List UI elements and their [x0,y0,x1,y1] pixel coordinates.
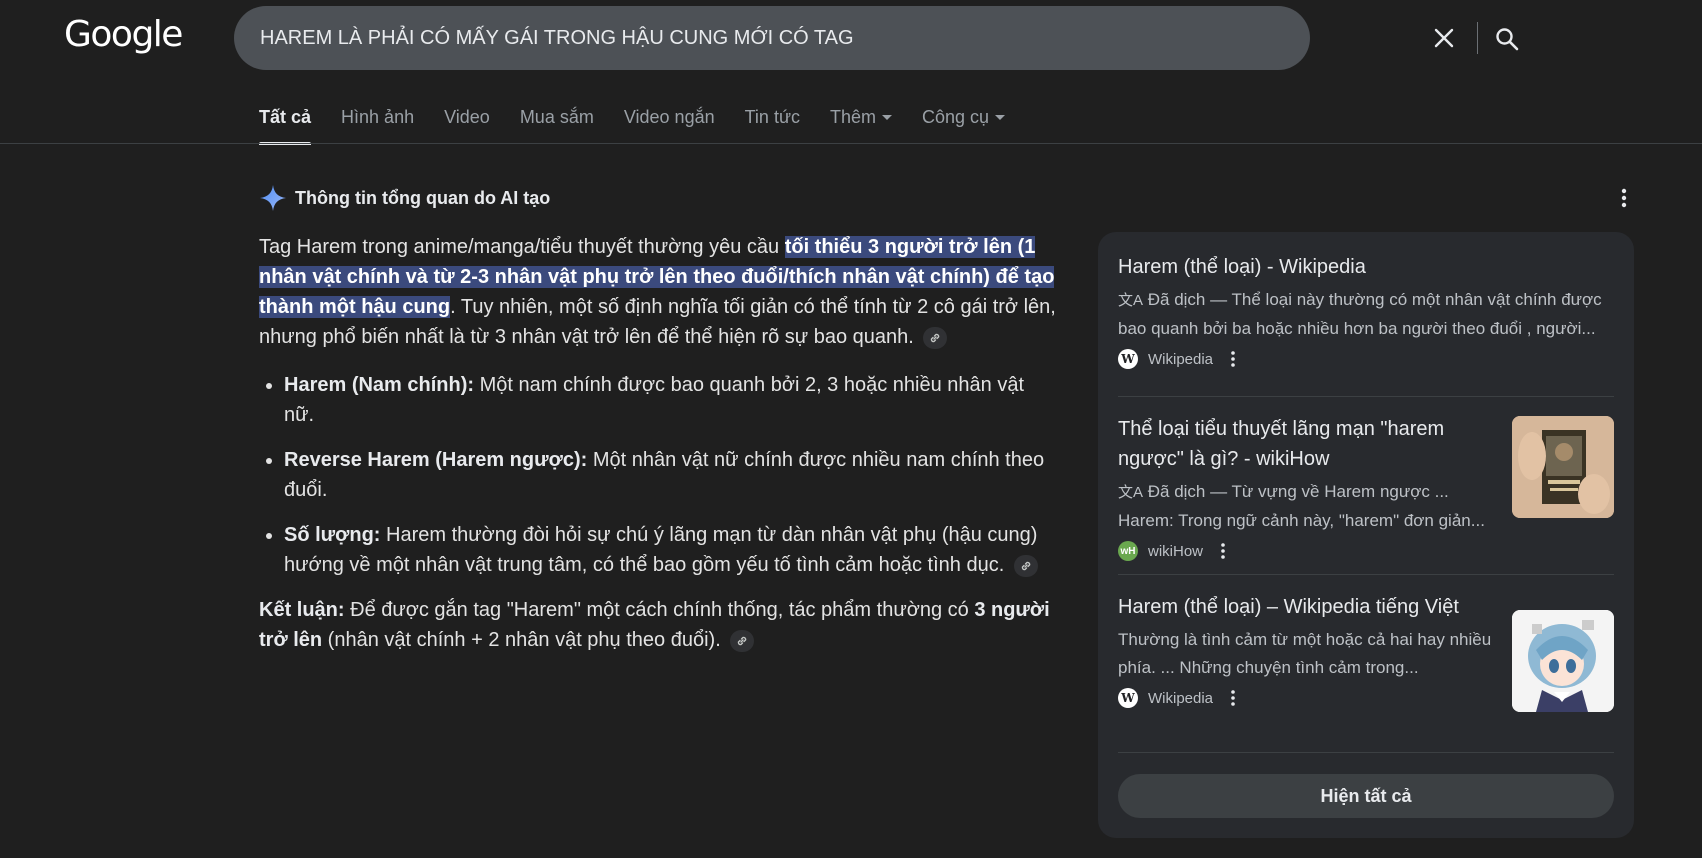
source-card-wikipedia-vi[interactable]: Harem (thể loại) – Wikipedia tiếng Việt … [1118,592,1498,708]
list-item: Harem (Nam chính): Một nam chính được ba… [284,370,1059,430]
source-site: wH wikiHow [1118,541,1498,561]
ai-overview-title: Thông tin tổng quan do AI tạo [295,187,551,208]
translate-icon: 文A [1118,292,1144,309]
source-snippet: Harem: Trong ngữ cảnh này, "harem" đơn g… [1118,511,1485,530]
gemini-sparkle-icon [260,185,286,211]
source-divider [1118,574,1614,575]
tab-video[interactable]: Video [444,104,490,144]
more-options-icon[interactable] [1229,350,1237,368]
tab-more[interactable]: Thêm [830,104,893,144]
ai-bullet-list: Harem (Nam chính): Một nam chính được ba… [259,370,1059,580]
search-bar[interactable]: HAREM LÀ PHẢI CÓ MẤY GÁI TRONG HẬU CUNG … [234,6,1519,70]
search-icon [1496,28,1519,51]
book-cover-image [1512,416,1614,518]
more-options-icon[interactable] [1229,689,1237,707]
citation-link-button[interactable] [1013,554,1038,577]
search-results-page: Google HAREM LÀ PHẢI CÓ MẤY GÁI TRONG HẬ… [0,0,1702,858]
source-card-wikihow[interactable]: Thể loại tiểu thuyết lãng mạn "harem ngư… [1118,414,1498,561]
source-title[interactable]: Harem (thể loại) – Wikipedia tiếng Việt [1118,592,1498,622]
citation-link-button[interactable] [923,326,948,349]
list-item: Reverse Harem (Harem ngược): Một nhân vậ… [284,445,1059,505]
anime-character-image [1512,610,1614,712]
source-thumbnail-wikipe-tan[interactable] [1512,610,1614,712]
tab-images[interactable]: Hình ảnh [341,104,414,144]
tab-news[interactable]: Tin tức [745,104,800,144]
source-divider [1118,752,1614,753]
ai-overview-header: Thông tin tổng quan do AI tạo [259,184,550,212]
translate-icon: 文A [1118,484,1144,501]
sources-panel: Harem (thể loại) - Wikipedia 文A Đã dịch … [1098,232,1634,838]
ai-overview-body: Tag Harem trong anime/manga/tiểu thuyết … [259,232,1059,655]
citation-link-button[interactable] [730,629,755,652]
source-snippet: 文A Đã dịch — Thể loại này thường có một … [1118,290,1602,338]
source-snippet: Thường là tình cảm từ một hoặc cả hai ha… [1118,630,1492,677]
ai-conclusion: Kết luận: Để được gắn tag "Harem" một cá… [259,599,1050,652]
show-all-button[interactable]: Hiện tất cả [1118,774,1614,818]
link-icon [1021,561,1031,570]
source-title[interactable]: Thể loại tiểu thuyết lãng mạn "harem ngư… [1118,414,1498,474]
source-site: W Wikipedia [1118,349,1614,369]
source-snippet: 文A Đã dịch — Từ vựng về Harem ngược ... [1118,482,1449,501]
source-card-wikipedia-harem[interactable]: Harem (thể loại) - Wikipedia 文A Đã dịch … [1118,252,1614,369]
search-tabs: Tất cả Hình ảnh Video Mua sắm Video ngắn… [259,104,1035,145]
search-input[interactable]: HAREM LÀ PHẢI CÓ MẤY GÁI TRONG HẬU CUNG … [260,6,854,70]
google-logo[interactable]: Google [64,14,183,55]
more-options-icon[interactable] [1614,186,1634,210]
clear-search-button[interactable] [1430,24,1458,52]
link-icon [931,333,940,342]
search-divider [1477,22,1478,54]
source-site: W Wikipedia [1118,688,1498,708]
chevron-down-icon [995,115,1006,120]
tabs-divider [0,143,1702,144]
wikipedia-favicon-icon: W [1118,349,1138,369]
list-item: Số lượng: Harem thường đòi hỏi sự chú ý … [284,520,1059,580]
close-icon [1434,28,1454,48]
wikihow-favicon-icon: wH [1118,541,1138,561]
wikipedia-favicon-icon: W [1118,688,1138,708]
tab-tools[interactable]: Công cụ [922,104,1006,144]
chevron-down-icon [882,115,893,120]
tab-all[interactable]: Tất cả [259,104,312,145]
link-icon [738,636,747,645]
tab-shopping[interactable]: Mua sắm [520,104,594,144]
more-options-icon[interactable] [1219,542,1227,560]
tab-short-videos[interactable]: Video ngắn [624,104,715,144]
ai-intro-paragraph: Tag Harem trong anime/manga/tiểu thuyết … [259,236,1056,349]
source-divider [1118,396,1614,397]
search-button[interactable] [1492,24,1522,54]
source-title[interactable]: Harem (thể loại) - Wikipedia [1118,252,1614,282]
source-thumbnail-book[interactable] [1512,416,1614,518]
